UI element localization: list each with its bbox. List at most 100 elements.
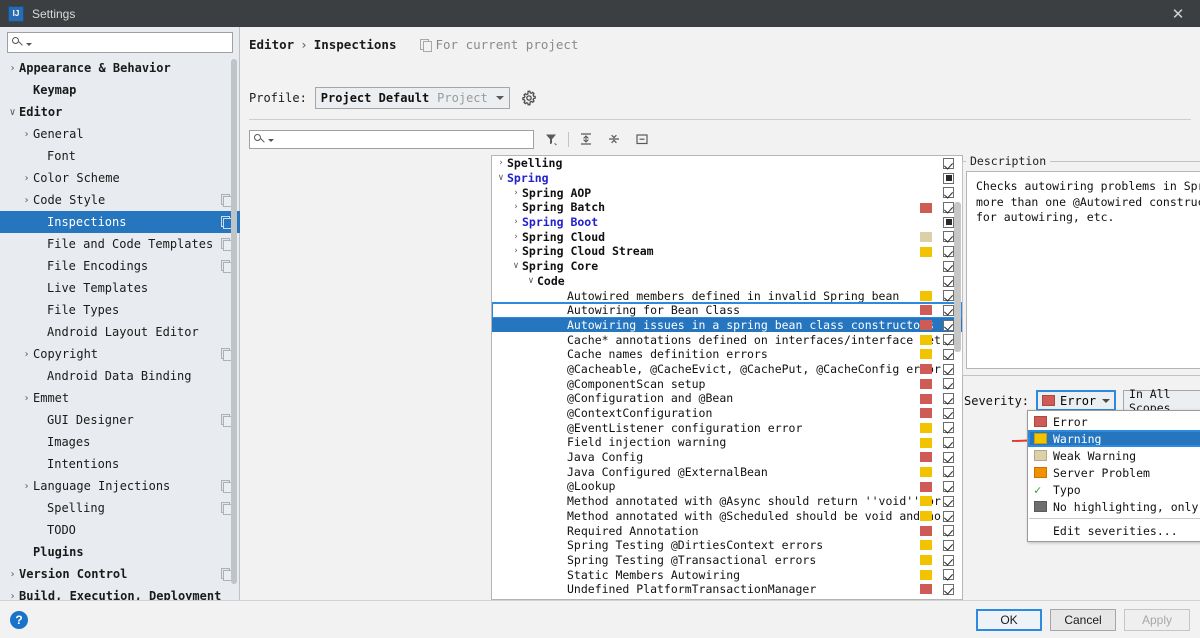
inspection-row[interactable]: ›Spring Cloud Stream	[492, 244, 962, 259]
inspection-row[interactable]: Spring Testing @Transactional errors	[492, 553, 962, 568]
severity-select[interactable]: Error	[1036, 390, 1116, 411]
inspection-row[interactable]: @ContextConfiguration	[492, 406, 962, 421]
inspection-row[interactable]: ›Spelling	[492, 156, 962, 171]
sidebar-item-emmet[interactable]: ›Emmet	[0, 387, 240, 409]
inspection-enabled-checkbox[interactable]	[943, 437, 954, 448]
chevron-right-icon[interactable]: ›	[6, 63, 19, 74]
chevron-right-icon[interactable]: ›	[20, 349, 33, 360]
collapse-all-icon[interactable]	[603, 129, 625, 149]
severity-option-error[interactable]: Error	[1028, 413, 1200, 430]
chevron-down-icon[interactable]: ∨	[525, 276, 537, 286]
inspection-enabled-checkbox[interactable]	[943, 290, 954, 301]
sidebar-item-general[interactable]: ›General	[0, 123, 240, 145]
inspection-enabled-checkbox[interactable]	[943, 261, 954, 272]
inspection-enabled-checkbox[interactable]	[943, 202, 954, 213]
sidebar-item-file-types[interactable]: File Types	[0, 299, 240, 321]
chevron-down-icon[interactable]: ∨	[6, 107, 19, 118]
sidebar-item-live-templates[interactable]: Live Templates	[0, 277, 240, 299]
inspection-enabled-checkbox[interactable]	[943, 349, 954, 360]
severity-dropdown-menu[interactable]: ErrorWarningWeak WarningServer Problem✓T…	[1027, 410, 1200, 542]
sidebar-item-file-and-code-templates[interactable]: File and Code Templates	[0, 233, 240, 255]
gear-icon[interactable]	[521, 90, 537, 106]
inspection-enabled-checkbox[interactable]	[943, 511, 954, 522]
inspection-row[interactable]: @Cacheable, @CacheEvict, @CachePut, @Cac…	[492, 362, 962, 377]
chevron-right-icon[interactable]: ›	[510, 202, 522, 212]
inspection-enabled-checkbox[interactable]	[943, 187, 954, 198]
chevron-right-icon[interactable]: ›	[20, 481, 33, 492]
inspection-row[interactable]: Cache names definition errors	[492, 347, 962, 362]
inspection-enabled-checkbox[interactable]	[943, 525, 954, 536]
inspection-row[interactable]: Java Config	[492, 450, 962, 465]
help-icon[interactable]: ?	[10, 611, 28, 629]
inspection-enabled-checkbox[interactable]	[943, 320, 954, 331]
inspection-enabled-checkbox[interactable]	[943, 422, 954, 433]
sidebar-item-android-layout-editor[interactable]: Android Layout Editor	[0, 321, 240, 343]
sidebar-item-version-control[interactable]: ›Version Control	[0, 563, 240, 585]
inspection-enabled-checkbox[interactable]	[943, 569, 954, 580]
chevron-right-icon[interactable]: ›	[510, 232, 522, 242]
inspection-row[interactable]: ∨Spring	[492, 171, 962, 186]
inspection-enabled-checkbox[interactable]	[943, 481, 954, 492]
inspection-row[interactable]: @EventListener configuration error	[492, 420, 962, 435]
inspection-enabled-checkbox[interactable]	[943, 496, 954, 507]
inspection-row[interactable]: Java Configured @ExternalBean	[492, 464, 962, 479]
sidebar-item-android-data-binding[interactable]: Android Data Binding	[0, 365, 240, 387]
profile-select[interactable]: Project Default Project	[315, 87, 510, 109]
severity-option-weak-warning[interactable]: Weak Warning	[1028, 447, 1200, 464]
inspection-row[interactable]: Autowiring issues in a spring bean class…	[492, 318, 962, 333]
chevron-right-icon[interactable]: ›	[510, 217, 522, 227]
sidebar-item-todo[interactable]: TODO	[0, 519, 240, 541]
inspection-enabled-checkbox[interactable]	[943, 305, 954, 316]
inspection-enabled-checkbox[interactable]	[943, 378, 954, 389]
inspection-row[interactable]: ›Spring AOP	[492, 185, 962, 200]
ok-button[interactable]: OK	[976, 609, 1042, 631]
inspection-row[interactable]: ∨Spring Core	[492, 259, 962, 274]
inspection-enabled-checkbox[interactable]	[943, 217, 954, 228]
inspection-row[interactable]: Static Members Autowiring	[492, 567, 962, 582]
chevron-right-icon[interactable]: ›	[6, 591, 19, 601]
sidebar-item-appearance-behavior[interactable]: ›Appearance & Behavior	[0, 57, 240, 79]
sidebar-scrollbar[interactable]	[231, 59, 237, 599]
sidebar-item-file-encodings[interactable]: File Encodings	[0, 255, 240, 277]
sidebar-tree[interactable]: ›Appearance & BehaviorKeymap∨Editor›Gene…	[0, 57, 240, 600]
inspection-row[interactable]: ›Spring Batch	[492, 200, 962, 215]
inspection-enabled-checkbox[interactable]	[943, 158, 954, 169]
close-icon[interactable]: ✕	[1156, 0, 1200, 27]
expand-all-icon[interactable]	[575, 129, 597, 149]
inspection-enabled-checkbox[interactable]	[943, 452, 954, 463]
sidebar-item-inspections[interactable]: Inspections	[0, 211, 240, 233]
inspection-row[interactable]: Cache* annotations defined on interfaces…	[492, 332, 962, 347]
severity-option-no-highlighting-only-fix[interactable]: No highlighting, only fix	[1028, 498, 1200, 515]
inspection-enabled-checkbox[interactable]	[943, 173, 954, 184]
chevron-right-icon[interactable]: ›	[495, 158, 507, 168]
chevron-right-icon[interactable]: ›	[6, 569, 19, 580]
sidebar-item-code-style[interactable]: ›Code Style	[0, 189, 240, 211]
inspections-tree[interactable]: ›Spelling∨Spring›Spring AOP›Spring Batch…	[491, 155, 963, 600]
sidebar-item-copyright[interactable]: ›Copyright	[0, 343, 240, 365]
inspection-enabled-checkbox[interactable]	[943, 334, 954, 345]
severity-option-warning[interactable]: Warning	[1028, 430, 1200, 447]
inspection-enabled-checkbox[interactable]	[943, 584, 954, 595]
sidebar-item-build-execution-deployment[interactable]: ›Build, Execution, Deployment	[0, 585, 240, 600]
inspection-row[interactable]: Method annotated with @Scheduled should …	[492, 509, 962, 524]
inspection-row[interactable]: ∨Code	[492, 274, 962, 289]
filter-icon[interactable]	[540, 129, 562, 149]
inspections-scrollbar[interactable]	[954, 157, 961, 600]
sidebar-item-intentions[interactable]: Intentions	[0, 453, 240, 475]
severity-option-typo[interactable]: ✓Typo	[1028, 481, 1200, 498]
inspection-enabled-checkbox[interactable]	[943, 231, 954, 242]
inspection-row[interactable]: @Lookup	[492, 479, 962, 494]
scope-select[interactable]: In All Scopes	[1123, 390, 1200, 411]
sidebar-item-color-scheme[interactable]: ›Color Scheme	[0, 167, 240, 189]
inspection-row[interactable]: Method annotated with @Async should retu…	[492, 494, 962, 509]
edit-severities-menu-item[interactable]: Edit severities...	[1028, 522, 1200, 539]
chevron-right-icon[interactable]: ›	[20, 129, 33, 140]
sidebar-item-gui-designer[interactable]: GUI Designer	[0, 409, 240, 431]
inspection-enabled-checkbox[interactable]	[943, 276, 954, 287]
inspection-enabled-checkbox[interactable]	[943, 540, 954, 551]
inspection-enabled-checkbox[interactable]	[943, 466, 954, 477]
sidebar-item-font[interactable]: Font	[0, 145, 240, 167]
sidebar-item-keymap[interactable]: Keymap	[0, 79, 240, 101]
inspection-row[interactable]: @Configuration and @Bean	[492, 391, 962, 406]
inspection-row[interactable]: Required Annotation	[492, 523, 962, 538]
